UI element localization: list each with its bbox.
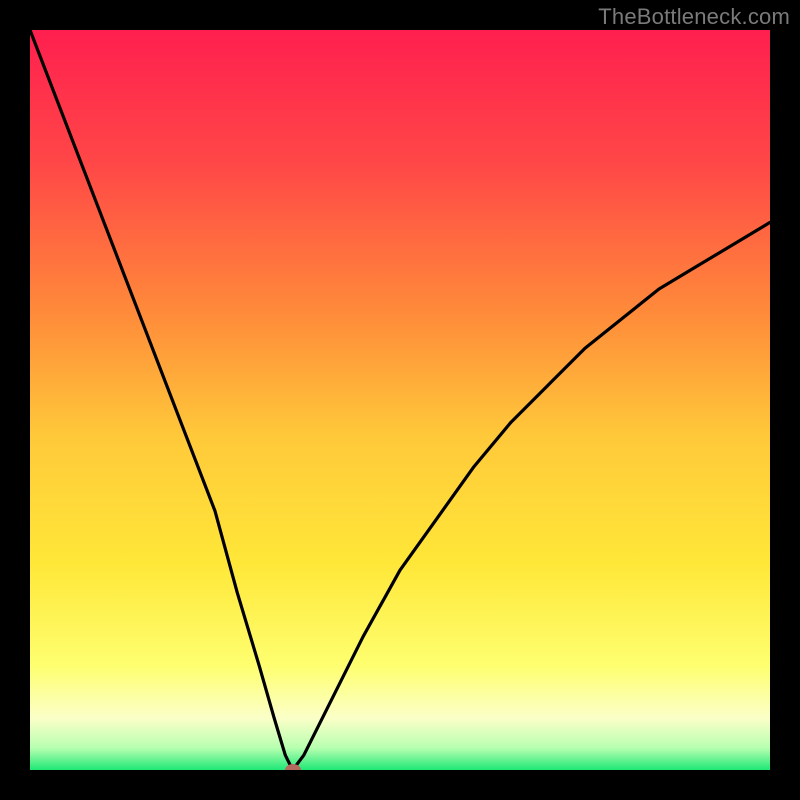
watermark-text: TheBottleneck.com bbox=[598, 4, 790, 30]
bottleneck-curve bbox=[30, 30, 770, 770]
chart-frame: TheBottleneck.com bbox=[0, 0, 800, 800]
curve-svg bbox=[30, 30, 770, 770]
minimum-marker-icon bbox=[285, 764, 301, 770]
plot-area bbox=[30, 30, 770, 770]
